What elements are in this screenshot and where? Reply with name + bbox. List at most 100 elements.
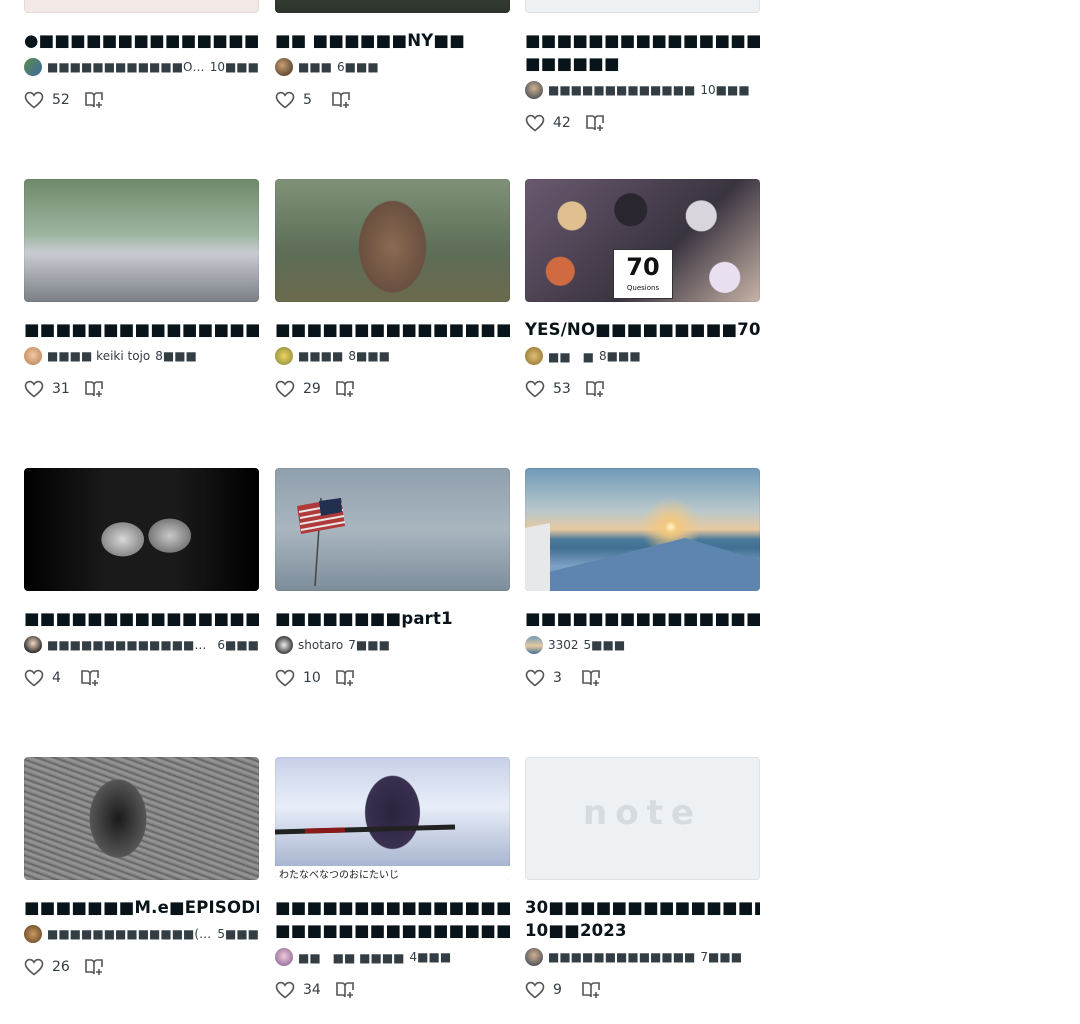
article-thumbnail[interactable]: 70 Quesions bbox=[525, 179, 760, 302]
article-card[interactable]: ■■■■■■■■■■■■■■■■■■■■■■■■■■■■ ■■■■ 8■■■ 2… bbox=[275, 179, 510, 399]
like-button[interactable]: 29 bbox=[275, 380, 321, 398]
article-author[interactable]: ■■■■■■■■■■■■■■■■■■■■■■■■■■■■■... 6■■■ bbox=[24, 636, 259, 654]
save-button[interactable] bbox=[335, 380, 355, 398]
bookmark-add-icon bbox=[85, 959, 103, 975]
like-count: 3 bbox=[553, 670, 562, 686]
article-author[interactable]: ■■■■■■■■■■■■■(,,■Д■) 5■■■ bbox=[24, 925, 259, 943]
article-author[interactable]: shotaro 7■■■ bbox=[275, 636, 510, 654]
article-actions: 9 bbox=[525, 980, 760, 1000]
article-author[interactable]: ■■■■ keiki tojo 8■■■ bbox=[24, 347, 259, 365]
note-logo: note bbox=[583, 793, 702, 833]
article-title[interactable]: ■■■■■■■■■■■■■■■■■■■■■ bbox=[525, 607, 760, 630]
article-author[interactable]: ■■■■■■■■■■■■■ 7■■■ bbox=[525, 948, 760, 966]
article-card[interactable]: ■■■■■■■■■■■■■■■■■■■■■ 3302 5■■■ 3 bbox=[525, 468, 760, 688]
like-button[interactable]: 9 bbox=[525, 981, 567, 999]
article-card[interactable]: ■■■■■■■■■■■■■■■■■■■■■■■■■■■■■■ ■■■■■■■■■… bbox=[24, 468, 259, 688]
save-button[interactable] bbox=[581, 669, 601, 687]
heart-icon bbox=[24, 669, 44, 687]
article-thumbnail[interactable] bbox=[525, 468, 760, 591]
save-button[interactable] bbox=[80, 669, 100, 687]
heart-icon bbox=[24, 380, 44, 398]
article-title[interactable]: ●■■■■■■■■■■■■■■■■■■■■■■■? bbox=[24, 29, 259, 52]
like-count: 31 bbox=[52, 381, 70, 397]
article-actions: 42 bbox=[525, 113, 760, 133]
article-thumbnail[interactable] bbox=[275, 468, 510, 591]
article-author[interactable]: ■■■■ 8■■■ bbox=[275, 347, 510, 365]
save-button[interactable] bbox=[84, 91, 104, 109]
flag-image bbox=[297, 497, 346, 587]
avatar bbox=[24, 925, 42, 943]
article-title[interactable]: ■■■■■■■■■■■■■■■ ■■■■■■ bbox=[525, 29, 760, 75]
rooftop-image bbox=[525, 523, 760, 591]
article-title[interactable]: YES/NO■■■■■■■■■70■■■■■■■■■■■■■■■■■■■15■2… bbox=[525, 318, 760, 341]
save-button[interactable] bbox=[335, 669, 355, 687]
bookmark-add-icon bbox=[336, 381, 354, 397]
article-actions: 4 bbox=[24, 668, 259, 688]
like-button[interactable]: 34 bbox=[275, 981, 321, 999]
like-button[interactable]: 26 bbox=[24, 958, 70, 976]
bookmark-add-icon bbox=[81, 670, 99, 686]
article-thumbnail[interactable]: わたなべなつのおにたいじ bbox=[275, 757, 510, 880]
article-title[interactable]: ■■■■■■■M.e■EPISODE2■3■■■■■■■■■■■ bbox=[24, 896, 259, 919]
save-button[interactable] bbox=[335, 981, 355, 999]
article-card[interactable]: ●■■■■■■■■■■■■■■■■■■■■■■■? ■■■■■■■■■■■■Od… bbox=[24, 0, 259, 110]
article-card[interactable]: ■■■■■■■■part1 shotaro 7■■■ 10 bbox=[275, 468, 510, 688]
like-button[interactable]: 52 bbox=[24, 91, 70, 109]
like-count: 9 bbox=[553, 982, 562, 998]
article-thumbnail[interactable] bbox=[24, 0, 259, 13]
heart-icon bbox=[275, 91, 295, 109]
article-actions: 29 bbox=[275, 379, 510, 399]
article-thumbnail[interactable] bbox=[525, 0, 760, 13]
article-thumbnail[interactable] bbox=[24, 468, 259, 591]
article-card[interactable]: ■■ ■■■■■■NY■■ ■■■ 6■■■ 5 bbox=[275, 0, 510, 110]
article-thumbnail[interactable] bbox=[275, 179, 510, 302]
article-author[interactable]: ■■■■■■■■■■■■Oddy■■■■■■■ 10■■■ bbox=[24, 58, 259, 76]
article-thumbnail[interactable]: note bbox=[525, 757, 760, 880]
article-card[interactable]: 70 Quesions YES/NO■■■■■■■■■70■■■■■■■■■■■… bbox=[525, 179, 760, 399]
heart-icon bbox=[24, 958, 44, 976]
article-author[interactable]: 3302 5■■■ bbox=[525, 636, 760, 654]
article-title[interactable]: ■■■■■■■■■■■■■■■■■■■■■■■■■■ bbox=[24, 318, 259, 341]
article-actions: 10 bbox=[275, 668, 510, 688]
like-count: 29 bbox=[303, 381, 321, 397]
like-button[interactable]: 3 bbox=[525, 669, 567, 687]
bookmark-add-icon bbox=[332, 92, 350, 108]
article-card[interactable]: ■■■■■■■■■■■■■■■ ■■■■■■ ■■■■■■■■■■■■■ 10■… bbox=[525, 0, 760, 133]
like-button[interactable]: 53 bbox=[525, 380, 571, 398]
article-card[interactable]: ■■■■■■■■■■■■■■■■■■■■■■■■■■ ■■■■ keiki to… bbox=[24, 179, 259, 399]
article-actions: 31 bbox=[24, 379, 259, 399]
article-card[interactable]: note 30■■■■■■■■■■■■■■■■■■■■■■■ 10■■2023 … bbox=[525, 757, 760, 1000]
article-title[interactable]: ■■■■■■■■■■■■■■■■■■■■■■■■■■■■■■ bbox=[24, 607, 259, 630]
heart-icon bbox=[525, 981, 545, 999]
like-count: 34 bbox=[303, 982, 321, 998]
like-button[interactable]: 4 bbox=[24, 669, 66, 687]
article-thumbnail[interactable] bbox=[24, 179, 259, 302]
save-button[interactable] bbox=[331, 91, 351, 109]
article-title[interactable]: 30■■■■■■■■■■■■■■■■■■■■■■■ 10■■2023 bbox=[525, 896, 760, 942]
article-title[interactable]: ■■■■■■■■part1 bbox=[275, 607, 510, 630]
article-author[interactable]: ■■■ 6■■■ bbox=[275, 58, 510, 76]
like-button[interactable]: 42 bbox=[525, 114, 571, 132]
article-title[interactable]: ■■■■■■■■■■■■■■■■ ■■■■■■■■■■■■■■■Ver.■ bbox=[275, 896, 510, 942]
save-button[interactable] bbox=[585, 114, 605, 132]
save-button[interactable] bbox=[84, 380, 104, 398]
article-card[interactable]: ■■■■■■■M.e■EPISODE2■3■■■■■■■■■■■ ■■■■■■■… bbox=[24, 757, 259, 977]
article-title[interactable]: ■■■■■■■■■■■■■■■■■■■■■■■■■■■■ bbox=[275, 318, 510, 341]
article-author[interactable]: ■■ ■■ ■■■■ 4■■■ bbox=[275, 948, 510, 966]
bookmark-add-icon bbox=[582, 670, 600, 686]
heart-icon bbox=[24, 91, 44, 109]
article-card[interactable]: わたなべなつのおにたいじ ■■■■■■■■■■■■■■■■ ■■■■■■■■■■… bbox=[275, 757, 510, 1000]
article-title[interactable]: ■■ ■■■■■■NY■■ bbox=[275, 29, 510, 52]
like-button[interactable]: 10 bbox=[275, 669, 321, 687]
like-button[interactable]: 5 bbox=[275, 91, 317, 109]
heart-icon bbox=[525, 669, 545, 687]
heart-icon bbox=[525, 380, 545, 398]
like-button[interactable]: 31 bbox=[24, 380, 70, 398]
save-button[interactable] bbox=[84, 958, 104, 976]
save-button[interactable] bbox=[585, 380, 605, 398]
article-author[interactable]: ■■ ■ 8■■■ bbox=[525, 347, 760, 365]
save-button[interactable] bbox=[581, 981, 601, 999]
article-author[interactable]: ■■■■■■■■■■■■■ 10■■■ bbox=[525, 81, 760, 99]
article-thumbnail[interactable] bbox=[24, 757, 259, 880]
article-thumbnail[interactable] bbox=[275, 0, 510, 13]
